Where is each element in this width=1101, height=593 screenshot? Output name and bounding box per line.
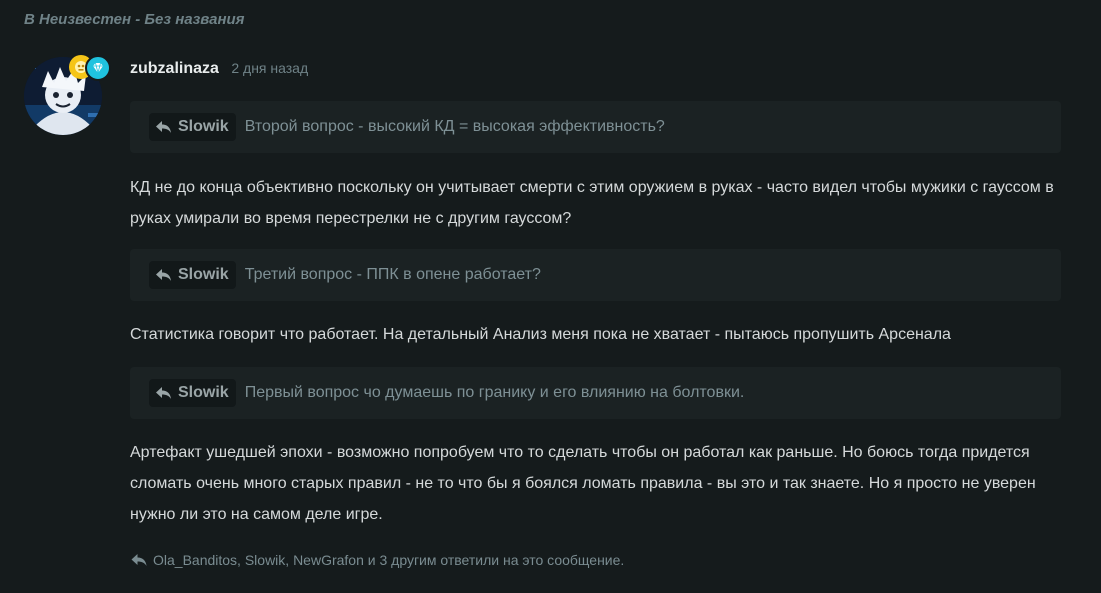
- quote-author-chip[interactable]: Slowik: [149, 261, 236, 289]
- post-header: zubzalinaza 2 дня назад: [130, 60, 308, 78]
- quote-text: Второй вопрос - высокий КД = высокая эфф…: [244, 118, 665, 135]
- quote-author-chip[interactable]: Slowik: [149, 379, 236, 407]
- quote-author-name: Slowik: [178, 384, 229, 401]
- reply-arrow-icon: [155, 268, 172, 282]
- quote-block[interactable]: Slowik Третий вопрос - ППК в опене работ…: [130, 249, 1061, 301]
- message-paragraph: КД не до конца объективно поскольку он у…: [130, 179, 1054, 227]
- reply-arrow-icon: [155, 386, 172, 400]
- channel-context[interactable]: В Неизвестен - Без названия: [24, 11, 245, 28]
- quote-text: Третий вопрос - ППК в опене работает?: [244, 266, 541, 283]
- quote-block[interactable]: Slowik Первый вопрос чо думаешь по грани…: [130, 367, 1061, 419]
- replies-summary-text: Ola_Banditos, Slowik, NewGrafon и 3 друг…: [153, 552, 625, 568]
- message-paragraph: Артефакт ушедшей эпохи - возможно попроб…: [130, 444, 1036, 523]
- username[interactable]: zubzalinaza: [130, 60, 219, 77]
- quote-author-name: Slowik: [178, 118, 229, 135]
- avatar-container[interactable]: [24, 55, 111, 135]
- message-paragraph: Статистика говорит что работает. На дета…: [130, 326, 951, 343]
- reply-arrow-icon: [155, 120, 172, 134]
- quote-text: Первый вопрос чо думаешь по гранику и ег…: [244, 384, 745, 401]
- quote-author-name: Slowik: [178, 266, 229, 283]
- replies-summary[interactable]: Ola_Banditos, Slowik, NewGrafon и 3 друг…: [130, 552, 624, 568]
- timestamp[interactable]: 2 дня назад: [231, 60, 308, 76]
- diamond-badge-icon[interactable]: [85, 55, 111, 81]
- quote-block[interactable]: Slowik Второй вопрос - высокий КД = высо…: [130, 101, 1061, 153]
- quote-author-chip[interactable]: Slowik: [149, 113, 236, 141]
- reply-arrow-icon: [130, 553, 148, 567]
